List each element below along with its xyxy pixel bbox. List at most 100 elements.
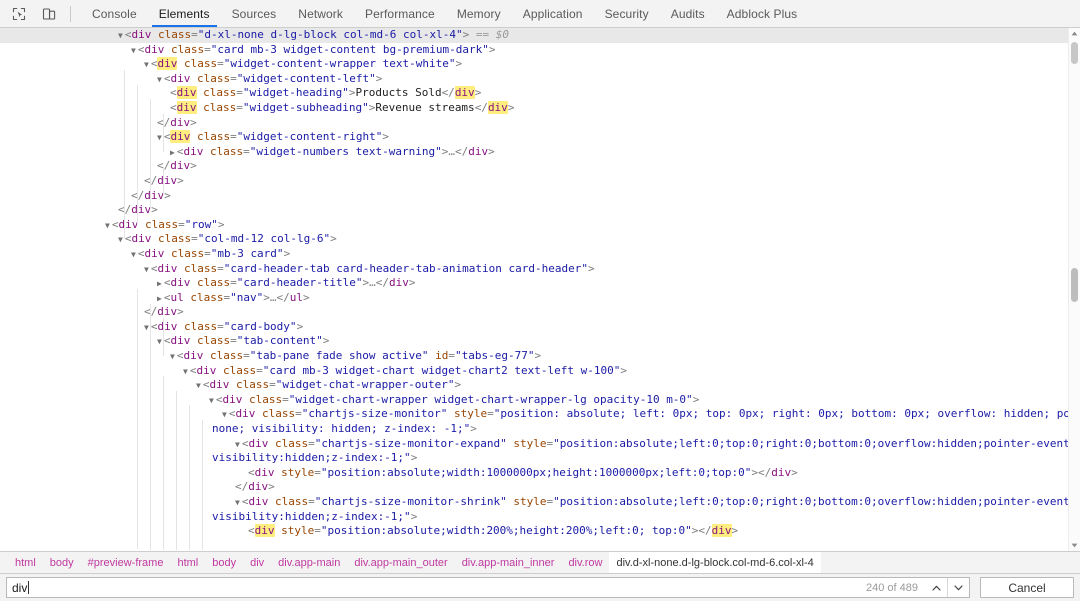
expand-triangle-icon[interactable]: ▼ bbox=[144, 265, 149, 274]
dom-tree-row[interactable]: ▶<div class="card-header-title">…</div> bbox=[0, 276, 1080, 291]
tab-adblock-plus[interactable]: Adblock Plus bbox=[716, 0, 809, 27]
collapse-triangle-icon[interactable]: ▶ bbox=[157, 294, 162, 303]
expand-triangle-icon[interactable]: ▼ bbox=[235, 440, 240, 449]
dom-tree-row[interactable]: ▼<div class="widget-chart-wrapper widget… bbox=[0, 393, 1080, 408]
dom-tree-scrollbar[interactable] bbox=[1068, 28, 1080, 551]
expand-triangle-icon[interactable]: ▼ bbox=[209, 396, 214, 405]
dom-tree-row[interactable]: </div> bbox=[0, 174, 1080, 189]
expand-triangle-icon[interactable]: ▼ bbox=[170, 352, 175, 361]
dom-tree-row[interactable]: ▼<div class="chartjs-size-monitor-shrink… bbox=[0, 495, 1080, 510]
breadcrumb-item[interactable]: body bbox=[43, 552, 81, 573]
expand-triangle-icon[interactable]: ▼ bbox=[144, 323, 149, 332]
expand-triangle-icon[interactable]: ▼ bbox=[118, 235, 123, 244]
dom-tree-row[interactable]: </div> bbox=[0, 480, 1080, 495]
dom-tree-row[interactable]: </div> bbox=[0, 159, 1080, 174]
dom-tree-row[interactable]: ▼<div class="widget-content-wrapper text… bbox=[0, 57, 1080, 72]
expand-triangle-icon[interactable]: ▼ bbox=[222, 410, 227, 419]
dom-tree-row[interactable]: ▼<div class="tab-content"> bbox=[0, 334, 1080, 349]
tab-label: Elements bbox=[159, 7, 210, 21]
tab-memory[interactable]: Memory bbox=[446, 0, 512, 27]
search-input[interactable]: div bbox=[6, 577, 858, 598]
dom-token: > bbox=[151, 203, 158, 216]
device-toolbar-icon[interactable] bbox=[36, 3, 62, 25]
breadcrumb-item[interactable]: div.row bbox=[561, 552, 609, 573]
dom-tree-row[interactable]: </div> bbox=[0, 116, 1080, 131]
dom-tree-row[interactable]: ▼<div class="tab-pane fade show active" … bbox=[0, 349, 1080, 364]
dom-token: > bbox=[535, 349, 542, 362]
expand-triangle-icon[interactable]: ▼ bbox=[157, 75, 162, 84]
dom-tree-row[interactable]: <div style="position:absolute;width:1000… bbox=[0, 466, 1080, 481]
expand-triangle-icon[interactable]: ▼ bbox=[196, 381, 201, 390]
dom-token: = bbox=[308, 437, 315, 450]
breadcrumb-item[interactable]: html bbox=[170, 552, 205, 573]
dom-tree-row[interactable]: ▼<div class="d-xl-none d-lg-block col-md… bbox=[0, 28, 1080, 43]
dom-token: div bbox=[196, 364, 216, 377]
scroll-thumb[interactable] bbox=[1071, 268, 1078, 302]
dom-token: "position:absolute;left:0;top:0;right:0;… bbox=[553, 495, 1080, 508]
breadcrumb-item[interactable]: html bbox=[8, 552, 43, 573]
dom-token: = bbox=[204, 43, 211, 56]
dom-tree-row[interactable]: ▶<div class="widget-numbers text-warning… bbox=[0, 145, 1080, 160]
dom-tree-row[interactable]: ▼<div class="widget-content-right"> bbox=[0, 130, 1080, 145]
expand-triangle-icon[interactable]: ▼ bbox=[183, 367, 188, 376]
dom-token: visibility:hidden;z-index:-1;" bbox=[212, 451, 411, 464]
expand-triangle-icon[interactable]: ▼ bbox=[157, 337, 162, 346]
search-prev-button[interactable] bbox=[926, 578, 947, 597]
dom-tree-row[interactable]: ▼<div class="mb-3 card"> bbox=[0, 247, 1080, 262]
dom-tree-row[interactable]: visibility:hidden;z-index:-1;"> bbox=[0, 510, 1080, 525]
scroll-down-arrow-icon[interactable] bbox=[1069, 540, 1080, 551]
breadcrumb-item[interactable]: div bbox=[243, 552, 271, 573]
dom-tree-row[interactable]: ▼<div class="row"> bbox=[0, 218, 1080, 233]
breadcrumb-item[interactable]: div.app-main bbox=[271, 552, 347, 573]
dom-tree-row[interactable]: ▼<div class="card-header-tab card-header… bbox=[0, 262, 1080, 277]
breadcrumb-item[interactable]: #preview-frame bbox=[81, 552, 171, 573]
breadcrumb-item[interactable]: div.app-main_inner bbox=[455, 552, 562, 573]
breadcrumb-item[interactable]: div.d-xl-none.d-lg-block.col-md-6.col-xl… bbox=[609, 552, 820, 573]
scroll-up-arrow-icon[interactable] bbox=[1069, 28, 1080, 39]
tab-application[interactable]: Application bbox=[512, 0, 594, 27]
expand-triangle-icon[interactable]: ▼ bbox=[144, 60, 149, 69]
tab-sources[interactable]: Sources bbox=[221, 0, 288, 27]
dom-tree-row[interactable]: ▼<div class="widget-content-left"> bbox=[0, 72, 1080, 87]
expand-triangle-icon[interactable]: ▼ bbox=[131, 250, 136, 259]
dom-tree-row[interactable]: ▼<div class="card mb-3 widget-content bg… bbox=[0, 43, 1080, 58]
dom-tree-row[interactable]: ▼<div class="chartjs-size-monitor-expand… bbox=[0, 437, 1080, 452]
dom-tree-row[interactable]: </div> bbox=[0, 203, 1080, 218]
cancel-button[interactable]: Cancel bbox=[980, 577, 1074, 598]
dom-tree-row[interactable]: ▼<div class="widget-chat-wrapper-outer"> bbox=[0, 378, 1080, 393]
tab-performance[interactable]: Performance bbox=[354, 0, 446, 27]
breadcrumb-item[interactable]: div.app-main_outer bbox=[347, 552, 454, 573]
expand-triangle-icon[interactable]: ▼ bbox=[118, 31, 123, 40]
dom-tree-row[interactable]: </div> bbox=[0, 189, 1080, 204]
expand-triangle-icon[interactable]: ▼ bbox=[131, 46, 136, 55]
dom-tree-row[interactable]: ▼<div class="chartjs-size-monitor" style… bbox=[0, 407, 1080, 422]
tab-elements[interactable]: Elements bbox=[148, 0, 221, 27]
scroll-thumb-top[interactable] bbox=[1071, 42, 1078, 64]
dom-tree-row[interactable]: ▼<div class="card mb-3 widget-chart widg… bbox=[0, 364, 1080, 379]
dom-tree-row[interactable]: <div class="widget-subheading">Revenue s… bbox=[0, 101, 1080, 116]
dom-tree-row[interactable]: ▼<div class="col-md-12 col-lg-6"> bbox=[0, 232, 1080, 247]
dom-tree-row[interactable]: visibility:hidden;z-index:-1;"> bbox=[0, 451, 1080, 466]
collapse-triangle-icon[interactable]: ▶ bbox=[157, 279, 162, 288]
inspect-element-icon[interactable] bbox=[6, 3, 32, 25]
tab-network[interactable]: Network bbox=[287, 0, 354, 27]
dom-tree-row[interactable]: ▶<ul class="nav">…</ul> bbox=[0, 291, 1080, 306]
search-next-button[interactable] bbox=[947, 578, 969, 597]
breadcrumb-item[interactable]: body bbox=[205, 552, 243, 573]
tab-audits[interactable]: Audits bbox=[660, 0, 716, 27]
tab-security[interactable]: Security bbox=[594, 0, 660, 27]
dom-tree-row[interactable]: ▼<div class="card-body"> bbox=[0, 320, 1080, 335]
expand-triangle-icon[interactable]: ▼ bbox=[235, 498, 240, 507]
expand-triangle-icon[interactable]: ▼ bbox=[157, 133, 162, 142]
dom-tree-row[interactable]: <div style="position:absolute;width:200%… bbox=[0, 524, 1080, 539]
collapse-triangle-icon[interactable]: ▶ bbox=[170, 148, 175, 157]
tab-console[interactable]: Console bbox=[81, 0, 148, 27]
dom-token: div bbox=[157, 320, 177, 333]
dom-token: div bbox=[157, 262, 177, 275]
dom-tree-row[interactable]: </div> bbox=[0, 305, 1080, 320]
dom-tree-row[interactable]: <div class="widget-heading">Products Sol… bbox=[0, 86, 1080, 101]
dom-tree-row[interactable]: none; visibility: hidden; z-index: -1;"> bbox=[0, 422, 1080, 437]
dom-tree-panel[interactable]: ••• ▼<div class="d-xl-none d-lg-block co… bbox=[0, 28, 1080, 551]
expand-triangle-icon[interactable]: ▼ bbox=[105, 221, 110, 230]
dom-token: > bbox=[411, 451, 418, 464]
